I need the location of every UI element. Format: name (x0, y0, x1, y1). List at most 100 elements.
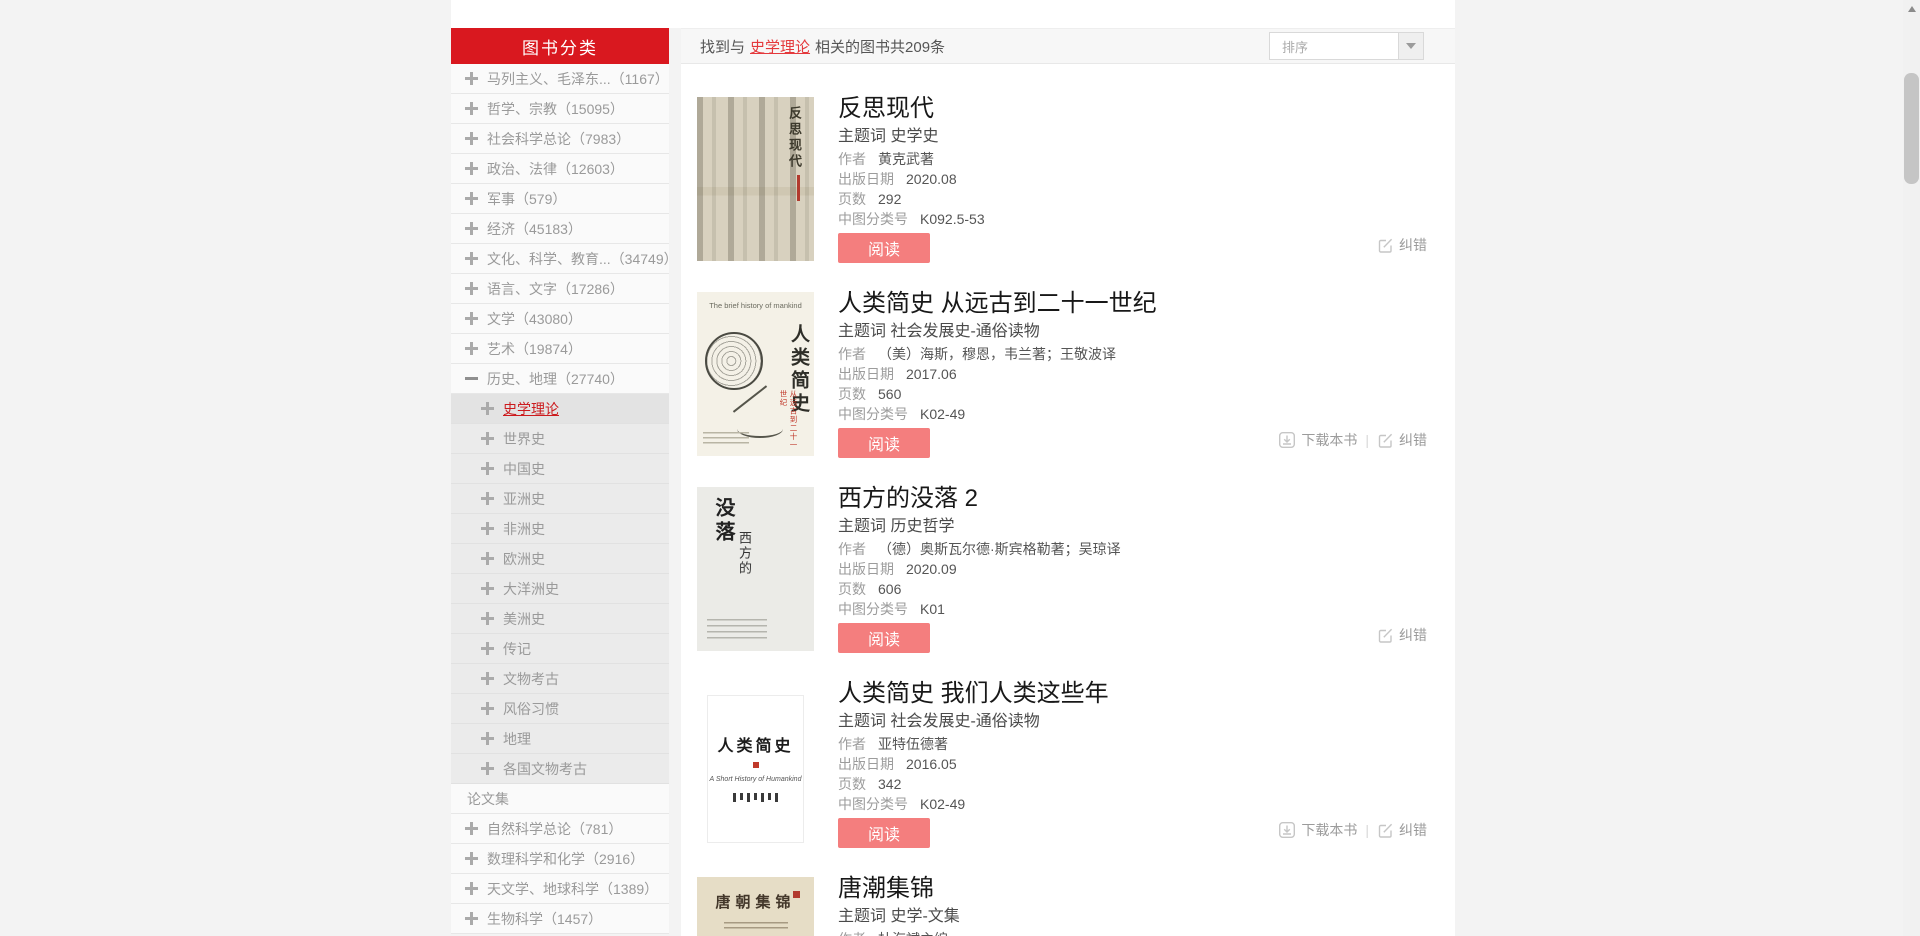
book-pubdate: 出版日期 2020.09 (838, 561, 957, 577)
sidebar-item-wenxue[interactable]: 文学（43080） (451, 304, 669, 334)
plus-icon (465, 252, 478, 265)
cover-decoration (723, 922, 788, 932)
result-suffix: 相关的图书共209条 (815, 38, 946, 56)
scroll-up-button[interactable] (1903, 0, 1920, 17)
sidebar-item-ouzhoushi[interactable]: 欧洲史 (451, 544, 669, 574)
download-link[interactable]: 下载本书 (1278, 820, 1357, 840)
sidebar-item-tianwen[interactable]: 天文学、地球科学（1389） (451, 874, 669, 904)
sidebar-item-jingji[interactable]: 经济（45183） (451, 214, 669, 244)
book-cover[interactable]: 反思现代 (697, 97, 814, 261)
sidebar-item-dili[interactable]: 地理 (451, 724, 669, 754)
sidebar-item-shijieshi[interactable]: 世界史 (451, 424, 669, 454)
download-icon (1279, 432, 1296, 449)
correct-link[interactable]: 纠错 (1377, 820, 1427, 840)
plus-icon (481, 402, 494, 415)
sidebar-item-zhongguoshi[interactable]: 中国史 (451, 454, 669, 484)
book-cover[interactable]: 人类简史 A Short History of Humankind (707, 695, 804, 843)
plus-icon (481, 732, 494, 745)
book-info: 唐潮集锦 主题词 史学-文集 作者杜海斌主编 (838, 877, 960, 936)
sidebar-item-shixuelilun[interactable]: 史学理论 (451, 394, 669, 424)
book-cover[interactable]: 没落 西方的 (697, 487, 814, 651)
result-bar: 找到与 史学理论 相关的图书共209条 排序 (681, 28, 1455, 64)
edit-icon (1378, 238, 1393, 253)
book-info: 人类简史 从远古到二十一世纪 主题词 社会发展史-通俗读物 作者 （美）海斯，穆恩… (838, 292, 1157, 458)
correct-link[interactable]: 纠错 (1377, 430, 1427, 450)
minus-icon (465, 372, 478, 385)
sidebar-item-junshi[interactable]: 军事（579） (451, 184, 669, 214)
book-clc: 中图分类号 K02-49 (838, 796, 966, 812)
sidebar-item-malie[interactable]: 马列主义、毛泽东...（1167） (451, 64, 669, 94)
cover-decoration (703, 432, 749, 446)
category-sidebar: 图书分类 马列主义、毛泽东...（1167） 哲学、宗教（15095） 社会科学… (451, 28, 669, 934)
book-title[interactable]: 人类简史 我们人类这些年 (838, 682, 1109, 706)
book-list: 反思现代 反思现代 主题词 史学史 作者 黄克武著 出版日期 2020.08 页数 2… (681, 64, 1455, 936)
book-pubdate: 出版日期 2017.06 (838, 366, 957, 382)
plus-icon (465, 882, 478, 895)
book-title[interactable]: 唐潮集锦 (838, 877, 960, 901)
plus-icon (465, 132, 478, 145)
sidebar-item-wenwukaogu[interactable]: 文物考古 (451, 664, 669, 694)
book-author: 作者 （美）海斯，穆恩，韦兰著；王敬波译 (838, 346, 1116, 362)
book-item-1: 反思现代 反思现代 主题词 史学史 作者 黄克武著 出版日期 2020.08 页数 2… (697, 97, 1455, 263)
book-cover[interactable]: 唐朝集锦 (697, 877, 814, 936)
book-pages: 页数 292 (838, 191, 902, 207)
book-cover[interactable]: The brief history of mankind 人类简史 从远古到二十… (697, 292, 814, 456)
edit-icon (1378, 823, 1393, 838)
sidebar-item-feizhoushi[interactable]: 非洲史 (451, 514, 669, 544)
book-subject: 主题词 历史哲学 (838, 518, 955, 535)
sidebar-item-yishu[interactable]: 艺术（19874） (451, 334, 669, 364)
plus-icon (481, 582, 494, 595)
book-info: 西方的没落 2 主题词 历史哲学 作者 （德）奥斯瓦尔德·斯宾格勒著；吴琼译 出版… (838, 487, 1121, 653)
sidebar-item-fengsuxiguan[interactable]: 风俗习惯 (451, 694, 669, 724)
sidebar-item-shengwu[interactable]: 生物科学（1457） (451, 904, 669, 934)
sidebar-item-geguowenwukaogu[interactable]: 各国文物考古 (451, 754, 669, 784)
sidebar-item-zhuanji[interactable]: 传记 (451, 634, 669, 664)
sidebar-item-lunwenji[interactable]: 论文集 (451, 784, 669, 814)
read-button[interactable]: 阅读 (838, 428, 930, 458)
book-item-4: 人类简史 A Short History of Humankind 人类简史 我… (697, 682, 1455, 848)
read-button[interactable]: 阅读 (838, 623, 930, 653)
sidebar-item-zhengzhi[interactable]: 政治、法律（12603） (451, 154, 669, 184)
book-subject: 主题词 社会发展史-通俗读物 (838, 323, 1040, 340)
sidebar-item-yuyan[interactable]: 语言、文字（17286） (451, 274, 669, 304)
correct-link[interactable]: 纠错 (1377, 235, 1427, 255)
book-author: 作者 黄克武著 (838, 151, 934, 167)
sidebar-item-yazhoushi[interactable]: 亚洲史 (451, 484, 669, 514)
edit-icon (1378, 628, 1393, 643)
read-button[interactable]: 阅读 (838, 818, 930, 848)
cover-decoration (705, 332, 763, 390)
correct-link[interactable]: 纠错 (1377, 625, 1427, 645)
plus-icon (465, 72, 478, 85)
sort-dropdown-button[interactable] (1398, 33, 1423, 59)
book-subject: 主题词 社会发展史-通俗读物 (838, 713, 1040, 730)
plus-icon (481, 762, 494, 775)
download-icon (1279, 822, 1296, 839)
book-title[interactable]: 反思现代 (838, 97, 985, 121)
book-author: 作者 亚特伍德著 (838, 736, 948, 752)
sidebar-item-shehui[interactable]: 社会科学总论（7983） (451, 124, 669, 154)
cover-subtitle: 从远古到二十一世纪 (779, 390, 798, 450)
result-keyword[interactable]: 史学理论 (750, 36, 810, 57)
sidebar-item-lishi-dili[interactable]: 历史、地理（27740） (451, 364, 669, 394)
download-link[interactable]: 下载本书 (1278, 430, 1357, 450)
book-title[interactable]: 西方的没落 2 (838, 487, 1121, 511)
plus-icon (481, 432, 494, 445)
book-title[interactable]: 人类简史 从远古到二十一世纪 (838, 292, 1157, 316)
sidebar-item-ziran[interactable]: 自然科学总论（781） (451, 814, 669, 844)
read-button[interactable]: 阅读 (838, 233, 930, 263)
scrollbar-thumb[interactable] (1904, 73, 1919, 184)
sidebar-item-wenhua[interactable]: 文化、科学、教育...（34749） (451, 244, 669, 274)
book-actions: 纠错 (1377, 625, 1427, 645)
sidebar-item-meizhoushi[interactable]: 美洲史 (451, 604, 669, 634)
sort-dropdown[interactable]: 排序 (1269, 32, 1424, 60)
sidebar-item-zhexue[interactable]: 哲学、宗教（15095） (451, 94, 669, 124)
book-pubdate: 出版日期 2016.05 (838, 756, 957, 772)
cover-top-text: The brief history of mankind (709, 301, 802, 310)
sidebar-item-shuli[interactable]: 数理科学和化学（2916） (451, 844, 669, 874)
divider: | (1365, 432, 1369, 448)
sidebar-item-dayangzhoushi[interactable]: 大洋洲史 (451, 574, 669, 604)
scrollbar[interactable] (1903, 0, 1920, 936)
book-author: 作者 （德）奥斯瓦尔德·斯宾格勒著；吴琼译 (838, 541, 1121, 557)
book-item-3: 没落 西方的 西方的没落 2 主题词 历史哲学 作者 （德）奥斯瓦尔德·斯宾格勒著… (697, 487, 1455, 653)
plus-icon (465, 822, 478, 835)
